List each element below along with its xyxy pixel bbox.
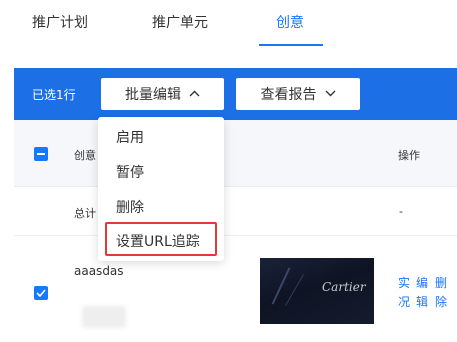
tab-unit[interactable]: 推广单元: [152, 12, 208, 32]
bulk-toolbar: 已选1行 批量编辑 查看报告: [14, 68, 457, 120]
creative-thumbnail[interactable]: Cartier: [260, 258, 374, 324]
column-header-operation: 操作: [398, 149, 420, 162]
total-operation-value: -: [399, 205, 403, 218]
tab-creative[interactable]: 创意: [276, 12, 304, 32]
operation-delete-link[interactable]: 删除: [435, 274, 449, 312]
bulk-edit-label: 批量编辑: [125, 87, 181, 103]
blurred-content: [82, 306, 126, 328]
active-tab-indicator: [259, 44, 323, 46]
selected-count: 已选1行: [32, 88, 76, 102]
bulk-edit-button[interactable]: 批量编辑: [101, 78, 224, 110]
view-report-label: 查看报告: [260, 87, 317, 103]
chevron-up-icon: [189, 89, 200, 100]
menu-item-enable[interactable]: 启用: [116, 127, 144, 147]
menu-item-pause[interactable]: 暂停: [116, 162, 144, 182]
select-all-checkbox[interactable]: [34, 147, 48, 161]
table-row: aaasdas Cartier 实况 编辑 删除: [14, 236, 457, 342]
tab-campaign[interactable]: 推广计划: [32, 12, 88, 32]
thumbnail-streak: [285, 274, 304, 306]
tab-bar: 推广计划 推广单元 创意: [0, 0, 457, 48]
chevron-down-icon: [325, 89, 336, 100]
view-report-button[interactable]: 查看报告: [236, 78, 360, 110]
operation-edit-link[interactable]: 编辑: [416, 274, 430, 312]
total-label: 总计: [74, 207, 96, 220]
operation-view-link[interactable]: 实况: [398, 274, 412, 312]
highlight-box: [105, 222, 217, 256]
bulk-edit-dropdown: 启用 暂停 删除 设置URL追踪: [98, 117, 224, 261]
app-root: 推广计划 推广单元 创意 已选1行 批量编辑 查看报告 创意 操作 总计 - a…: [0, 0, 457, 342]
column-header-creative: 创意: [74, 149, 96, 162]
table-header: 创意 操作: [14, 120, 457, 187]
thumbnail-text: Cartier: [322, 280, 366, 294]
total-row: 总计 -: [14, 187, 457, 236]
creative-name: aaasdas: [74, 264, 124, 278]
menu-item-delete[interactable]: 删除: [116, 197, 144, 217]
row-checkbox[interactable]: [34, 286, 48, 300]
